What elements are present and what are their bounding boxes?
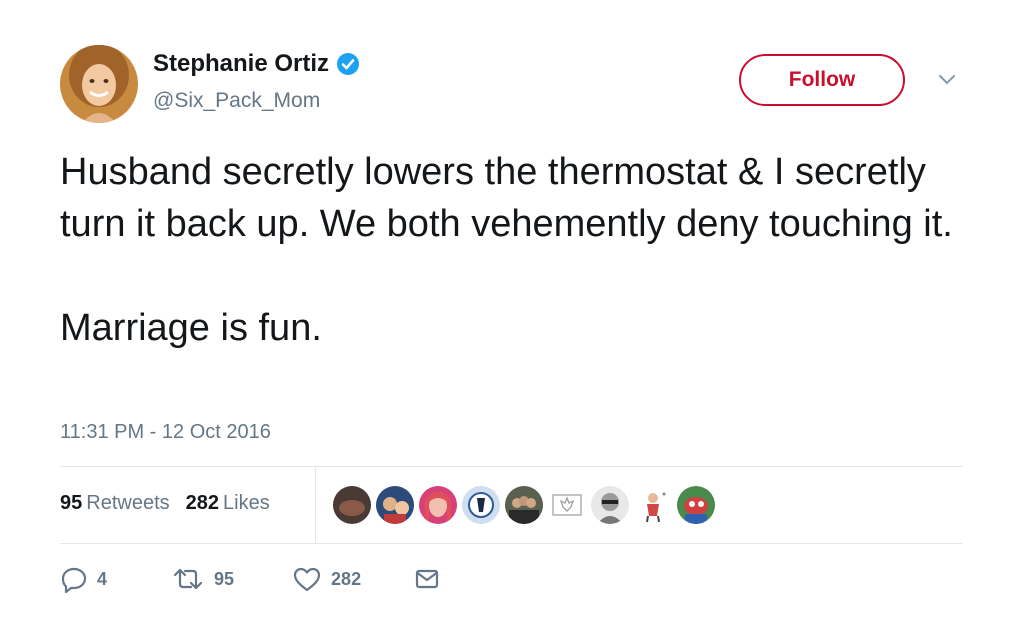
liker-avatar[interactable] bbox=[462, 486, 500, 524]
retweet-icon bbox=[171, 565, 205, 593]
liker-avatar[interactable] bbox=[548, 486, 586, 524]
likes-stat[interactable]: 282 Likes bbox=[186, 492, 270, 515]
like-button[interactable]: 282 bbox=[292, 565, 361, 593]
retweets-count: 95 bbox=[60, 492, 83, 514]
liker-avatar[interactable] bbox=[591, 486, 629, 524]
tweet-stats: 95 Retweets 282 Likes bbox=[60, 492, 270, 515]
liker-avatar[interactable] bbox=[634, 486, 672, 524]
retweets-stat[interactable]: 95 Retweets bbox=[60, 492, 170, 515]
follow-button[interactable]: Follow bbox=[739, 54, 905, 106]
liker-avatar[interactable] bbox=[376, 486, 414, 524]
direct-message-button[interactable] bbox=[413, 565, 441, 593]
user-handle[interactable]: @Six_Pack_Mom bbox=[153, 89, 320, 113]
divider bbox=[60, 543, 963, 544]
retweet-button[interactable]: 95 bbox=[171, 565, 234, 593]
retweet-count: 95 bbox=[214, 568, 235, 589]
liker-avatar[interactable] bbox=[677, 486, 715, 524]
author-name-row[interactable]: Stephanie Ortiz bbox=[153, 50, 360, 78]
liker-avatar[interactable] bbox=[333, 486, 371, 524]
envelope-icon bbox=[413, 565, 441, 593]
likes-label: Likes bbox=[223, 492, 270, 514]
tweet-paragraph: Marriage is fun. bbox=[60, 307, 322, 349]
reply-icon bbox=[60, 565, 88, 593]
tweet-text: Husband secretly lowers the thermostat &… bbox=[60, 146, 980, 354]
chevron-down-icon[interactable] bbox=[936, 72, 958, 88]
reply-button[interactable]: 4 bbox=[60, 565, 107, 593]
likes-count: 282 bbox=[185, 492, 219, 514]
tweet-timestamp[interactable]: 11:31 PM - 12 Oct 2016 bbox=[60, 421, 271, 444]
likers-avatars bbox=[333, 486, 715, 524]
liker-avatar[interactable] bbox=[419, 486, 457, 524]
liker-avatar[interactable] bbox=[505, 486, 543, 524]
vertical-divider bbox=[315, 467, 316, 543]
verified-badge-icon bbox=[336, 52, 360, 76]
reply-count: 4 bbox=[97, 568, 108, 589]
like-count: 282 bbox=[331, 568, 362, 589]
display-name[interactable]: Stephanie Ortiz bbox=[153, 50, 329, 78]
tweet-paragraph: Husband secretly lowers the thermostat &… bbox=[60, 151, 953, 245]
divider bbox=[60, 466, 963, 467]
heart-icon bbox=[292, 565, 322, 593]
tweet-actions: 4 95 282 bbox=[60, 565, 441, 593]
retweets-label: Retweets bbox=[86, 492, 170, 514]
avatar[interactable] bbox=[60, 45, 138, 123]
